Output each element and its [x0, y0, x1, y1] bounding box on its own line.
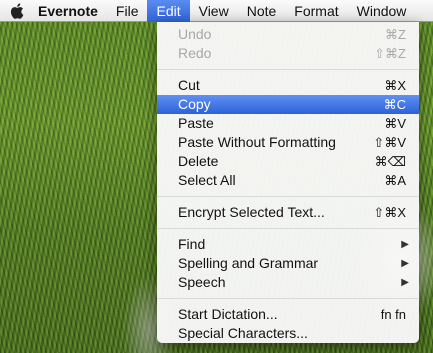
menu-item-label: Cut: [178, 77, 200, 93]
menu-item-label: Find: [178, 236, 206, 252]
edit-menu: Undo ⌘Z Redo ⇧⌘Z Cut ⌘X Copy ⌘C Paste ⌘V…: [157, 22, 419, 343]
menu-item-paste-without-formatting[interactable]: Paste Without Formatting ⇧⌘V: [157, 133, 419, 152]
menu-item-redo: Redo ⇧⌘Z: [157, 44, 419, 63]
menu-item-paste[interactable]: Paste ⌘V: [157, 114, 419, 133]
submenu-arrow-icon: ▶: [401, 258, 409, 269]
menu-item-speech[interactable]: Speech ▶: [157, 273, 419, 292]
menu-item-shortcut: ⌘Z: [385, 27, 406, 42]
submenu-arrow-icon: ▶: [401, 277, 409, 288]
menu-bar: Evernote File Edit View Note Format Wind…: [0, 0, 433, 22]
menu-item-encrypt-selected-text[interactable]: Encrypt Selected Text... ⇧⌘X: [157, 203, 419, 222]
menu-item-label: Undo: [178, 26, 212, 42]
menu-item-shortcut: ⌘⌫: [374, 154, 406, 169]
menubar-edit[interactable]: Edit: [147, 0, 190, 22]
menu-item-shortcut: ⇧⌘Z: [374, 46, 406, 61]
menu-item-shortcut: ⌘X: [384, 78, 406, 93]
menu-separator: [157, 228, 419, 229]
menu-item-find[interactable]: Find ▶: [157, 235, 419, 254]
menu-item-label: Delete: [178, 153, 219, 169]
menu-item-label: Copy: [178, 96, 211, 112]
menu-item-cut[interactable]: Cut ⌘X: [157, 76, 419, 95]
menu-item-shortcut: ⇧⌘X: [373, 205, 406, 220]
menu-item-shortcut: ⌘C: [383, 97, 406, 112]
menu-separator: [157, 298, 419, 299]
menubar-app-name[interactable]: Evernote: [34, 0, 107, 22]
menu-item-copy[interactable]: Copy ⌘C: [157, 95, 419, 114]
menu-item-shortcut: ⌘A: [384, 173, 406, 188]
menu-item-label: Spelling and Grammar: [178, 255, 319, 271]
menu-item-spelling-and-grammar[interactable]: Spelling and Grammar ▶: [157, 254, 419, 273]
menu-item-shortcut: ⌘V: [384, 116, 406, 131]
menubar-view[interactable]: View: [190, 0, 238, 22]
menu-item-select-all[interactable]: Select All ⌘A: [157, 171, 419, 190]
menubar-format[interactable]: Format: [285, 0, 347, 22]
menubar-note[interactable]: Note: [238, 0, 286, 22]
menu-item-start-dictation[interactable]: Start Dictation... fn fn: [157, 305, 419, 324]
menu-item-undo: Undo ⌘Z: [157, 25, 419, 44]
menubar-file[interactable]: File: [107, 0, 148, 22]
menu-separator: [157, 69, 419, 70]
menu-item-label: Start Dictation...: [178, 306, 278, 322]
menu-item-label: Special Characters...: [178, 325, 308, 341]
apple-logo-icon[interactable]: [0, 0, 34, 22]
menu-item-delete[interactable]: Delete ⌘⌫: [157, 152, 419, 171]
menu-item-shortcut: ⇧⌘V: [373, 135, 406, 150]
menu-item-label: Redo: [178, 45, 212, 61]
menu-item-label: Paste: [178, 115, 214, 131]
menu-separator: [157, 196, 419, 197]
menu-item-label: Speech: [178, 274, 226, 290]
menu-item-label: Paste Without Formatting: [178, 134, 336, 150]
menu-item-label: Encrypt Selected Text...: [178, 204, 325, 220]
menubar-window[interactable]: Window: [348, 0, 416, 22]
submenu-arrow-icon: ▶: [401, 239, 409, 250]
menu-item-special-characters[interactable]: Special Characters...: [157, 324, 419, 343]
menu-item-shortcut: fn fn: [380, 307, 406, 322]
menu-item-label: Select All: [178, 172, 236, 188]
